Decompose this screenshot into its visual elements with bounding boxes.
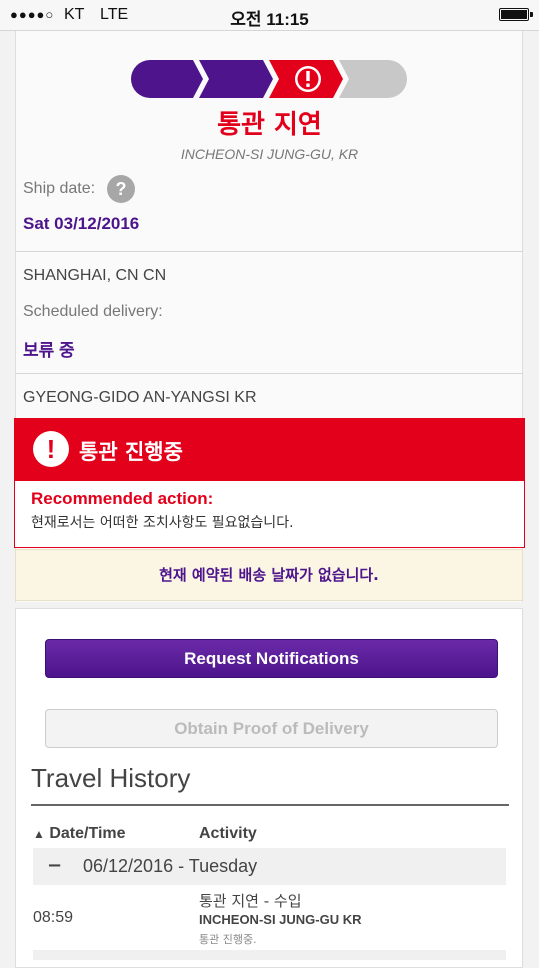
- progress-step-4: [339, 60, 407, 98]
- day-group-row[interactable]: − 06/12/2016 - Tuesday: [33, 848, 506, 885]
- destination-location: GYEONG-GIDO AN-YANGSI KR: [23, 389, 257, 406]
- scheduled-delivery-label: Scheduled delivery:: [23, 303, 163, 320]
- exclamation-icon: !: [33, 431, 69, 467]
- progress-step-2: [199, 60, 273, 98]
- date-time-column-header[interactable]: ▲ Date/Time: [33, 825, 126, 843]
- event-time: 08:59: [33, 909, 74, 926]
- status-title: 통관 지연: [217, 110, 322, 140]
- recommended-action-label: Recommended action:: [31, 489, 214, 508]
- ship-date-value: Sat 03/12/2016: [23, 214, 140, 233]
- event-note: 통관 진행중.: [199, 933, 257, 946]
- request-notifications-button[interactable]: Request Notifications: [45, 639, 498, 678]
- table-row: [33, 950, 506, 960]
- shipment-progress-bar: [131, 60, 407, 98]
- recommended-action-message: 현재로서는 어떠한 조치사항도 필요없습니다.: [31, 515, 294, 531]
- divider: [16, 251, 523, 252]
- obtain-proof-of-delivery-button[interactable]: Obtain Proof of Delivery: [45, 709, 498, 748]
- scheduled-delivery-value: 보류 중: [23, 341, 75, 360]
- divider: [31, 804, 509, 806]
- delivery-date-notice: 현재 예약된 배송 날짜가 없습니다.: [15, 549, 523, 601]
- origin-location: SHANGHAI, CN CN: [23, 267, 167, 284]
- event-location: INCHEON-SI JUNG-GU KR: [199, 912, 362, 927]
- status-bar: ●●●●○ KT LTE 오전 11:15: [0, 0, 539, 31]
- day-label: 06/12/2016 - Tuesday: [83, 856, 258, 876]
- clock: 오전 11:15: [230, 10, 309, 29]
- sort-ascending-icon: ▲: [33, 827, 45, 841]
- collapse-icon[interactable]: −: [47, 855, 62, 876]
- alert-header: ! 통관 진행중: [15, 419, 524, 481]
- event-activity: 통관 지연 - 수입: [199, 892, 302, 910]
- divider: [16, 373, 523, 374]
- help-icon[interactable]: ?: [107, 175, 135, 203]
- date-time-header-label: Date/Time: [49, 825, 126, 842]
- status-location: INCHEON-SI JUNG-GU, KR: [180, 146, 359, 162]
- alert-title: 통관 진행중: [79, 440, 183, 464]
- customs-alert: ! 통관 진행중 Recommended action: 현재로서는 어떠한 조…: [14, 418, 525, 548]
- activity-column-header: Activity: [199, 825, 257, 842]
- progress-step-1: [131, 60, 203, 98]
- alert-icon: [295, 66, 321, 92]
- travel-history-title: Travel History: [31, 763, 191, 793]
- ship-date-label: Ship date:: [23, 180, 96, 197]
- battery-icon: [499, 8, 533, 21]
